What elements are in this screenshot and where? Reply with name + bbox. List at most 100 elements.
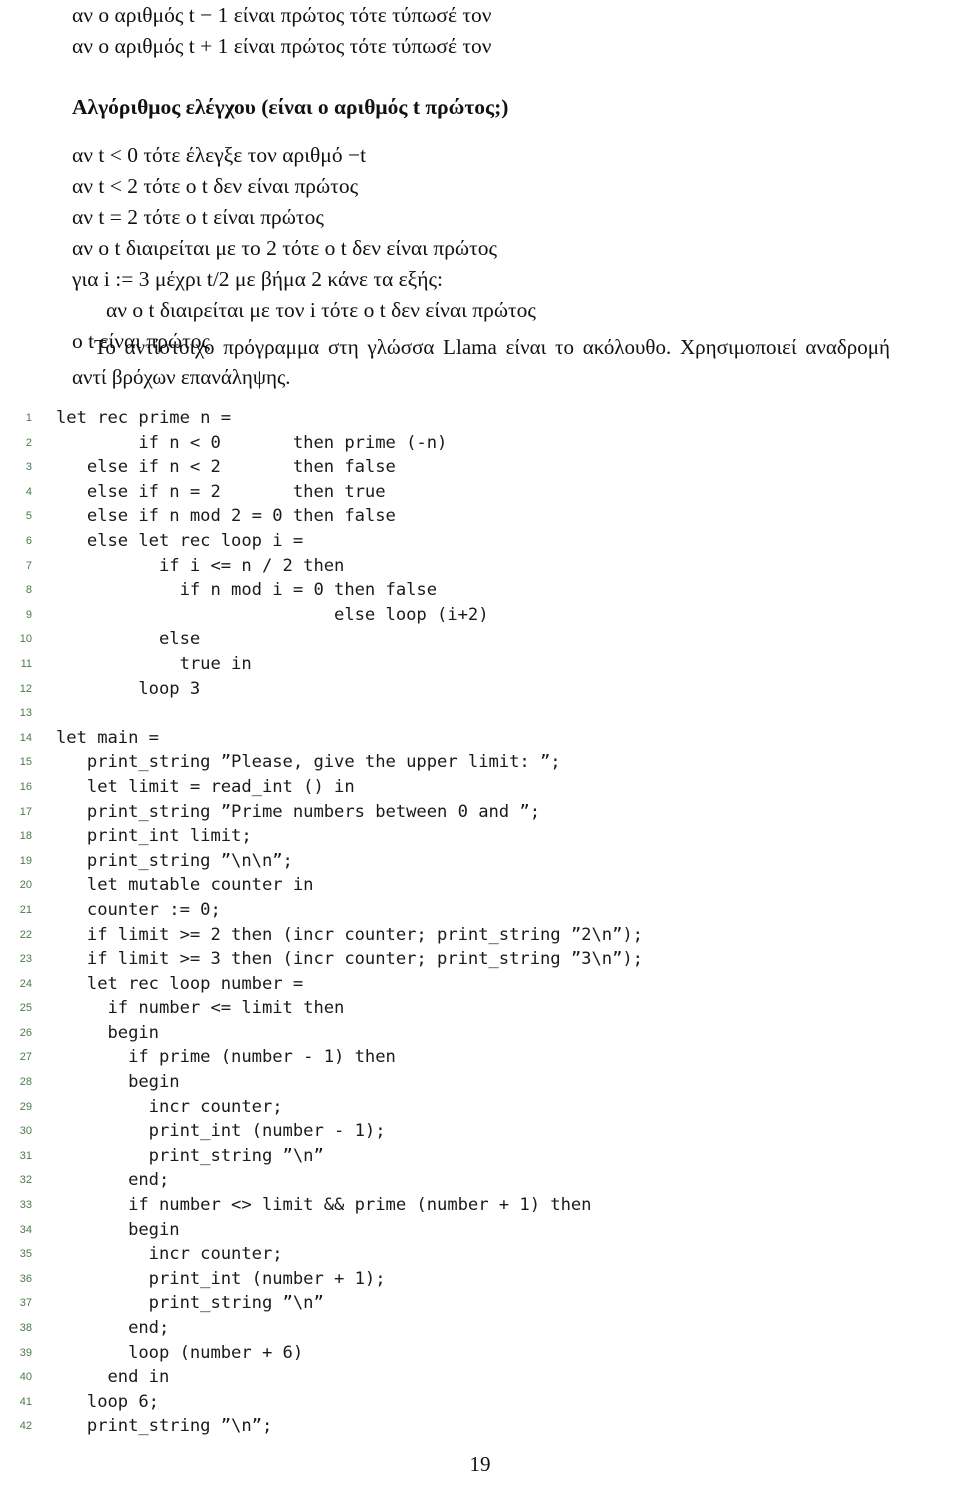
algorithm-step-2: αν t < 2 τότε ο t δεν είναι πρώτος xyxy=(72,174,359,198)
code-line-text: else if n < 2 then false xyxy=(56,457,396,478)
code-line-text: else if n mod 2 = 0 then false xyxy=(56,506,396,527)
code-line-number: 5 xyxy=(25,510,32,523)
code-line-number: 24 xyxy=(19,977,32,990)
code-line-text: print_int (number + 1); xyxy=(56,1268,386,1289)
code-line: 13 xyxy=(0,701,960,726)
code-line: 41 loop 6; xyxy=(0,1390,960,1415)
code-line: 27 if prime (number - 1) then xyxy=(0,1045,960,1070)
code-line-text: else xyxy=(56,629,201,650)
code-line-text: print_string ”Prime numbers between 0 an… xyxy=(56,801,540,822)
code-line-text: end; xyxy=(56,1170,170,1191)
code-line: 17 print_string ”Prime numbers between 0… xyxy=(0,800,960,825)
code-line: 20 let mutable counter in xyxy=(0,873,960,898)
code-line: 14 let main = xyxy=(0,726,960,751)
code-line: 30 print_int (number - 1); xyxy=(0,1119,960,1144)
code-line-number: 11 xyxy=(20,657,32,670)
code-line: 23 if limit >= 3 then (incr counter; pri… xyxy=(0,947,960,972)
code-line-number: 22 xyxy=(19,928,32,941)
pseudocode-intro-line-1: αν ο αριθμός t − 1 είναι πρώτος τότε τύπ… xyxy=(72,3,492,27)
code-line: 18 print_int limit; xyxy=(0,824,960,849)
code-line-number: 42 xyxy=(19,1420,32,1433)
code-line: 2 if n < 0 then prime (-n) xyxy=(0,431,960,456)
code-line: 4 else if n = 2 then true xyxy=(0,480,960,505)
code-line: 25 if number <= limit then xyxy=(0,996,960,1021)
code-line-number: 19 xyxy=(19,854,32,867)
code-line: 11 true in xyxy=(0,652,960,677)
code-line-number: 17 xyxy=(19,805,32,818)
code-line-number: 31 xyxy=(19,1149,32,1162)
code-line-text: loop 3 xyxy=(56,678,201,699)
code-line-number: 25 xyxy=(19,1002,32,1015)
code-line-number: 20 xyxy=(19,879,32,892)
code-line: 26 begin xyxy=(0,1021,960,1046)
code-listing: 1 let rec prime n = 2 if n < 0 then prime … xyxy=(0,406,960,1439)
code-line-number: 2 xyxy=(25,436,32,449)
code-line-text: let main = xyxy=(56,727,159,748)
code-line: 22 if limit >= 2 then (incr counter; pri… xyxy=(0,922,960,947)
code-line-number: 13 xyxy=(19,707,32,720)
code-line-text: loop (number + 6) xyxy=(56,1342,304,1363)
code-line: 10 else xyxy=(0,627,960,652)
code-line-number: 8 xyxy=(25,584,32,597)
code-line-text: print_string ”\n\n”; xyxy=(56,850,293,871)
code-line-text: if prime (number - 1) then xyxy=(56,1047,396,1068)
code-line-text: loop 6; xyxy=(56,1391,159,1412)
code-line: 5 else if n mod 2 = 0 then false xyxy=(0,504,960,529)
code-line-number: 39 xyxy=(19,1346,32,1359)
code-line-number: 30 xyxy=(19,1125,32,1138)
code-line: 16 let limit = read_int () in xyxy=(0,775,960,800)
code-line: 34 begin xyxy=(0,1218,960,1243)
code-line-number: 41 xyxy=(19,1395,32,1408)
code-line: 15 print_string ”Please, give the upper … xyxy=(0,750,960,775)
code-line: 8 if n mod i = 0 then false xyxy=(0,578,960,603)
code-line-number: 9 xyxy=(25,608,32,621)
code-line-number: 1 xyxy=(25,412,32,425)
code-line-text: if number <> limit && prime (number + 1)… xyxy=(56,1195,592,1216)
code-line-text: end in xyxy=(56,1367,170,1388)
code-line-number: 33 xyxy=(19,1199,32,1212)
algorithm-step-3: αν t = 2 τότε ο t είναι πρώτος xyxy=(72,205,324,229)
code-line-number: 35 xyxy=(19,1248,32,1261)
code-line-text: end; xyxy=(56,1318,170,1338)
code-line-text: if limit >= 3 then (incr counter; print_… xyxy=(56,949,643,970)
code-line-number: 37 xyxy=(19,1297,32,1310)
code-line: 42 print_string ”\n”; xyxy=(0,1414,960,1439)
heading-spacer xyxy=(72,123,902,140)
algorithm-step-6: αν ο t διαιρείται με τον i τότε ο t δεν … xyxy=(106,298,536,322)
document-page: αν ο αριθμός t − 1 είναι πρώτος τότε τύπ… xyxy=(0,0,960,1488)
code-line-number: 3 xyxy=(25,461,32,474)
code-line: 7 if i <= n / 2 then xyxy=(0,554,960,579)
code-line-text: incr counter; xyxy=(56,1096,283,1117)
code-line-text: begin xyxy=(56,1022,159,1043)
code-line-number: 18 xyxy=(19,830,32,843)
code-line: 3 else if n < 2 then false xyxy=(0,455,960,480)
code-line-text: counter := 0; xyxy=(56,899,221,920)
code-line-number: 27 xyxy=(19,1051,32,1064)
code-line-text: begin xyxy=(56,1219,180,1240)
code-line-text: begin xyxy=(56,1072,180,1093)
page-number: 19 xyxy=(469,1452,491,1476)
code-line-number: 40 xyxy=(19,1371,32,1384)
code-line: 21 counter := 0; xyxy=(0,898,960,923)
code-line-number: 10 xyxy=(19,633,32,646)
paragraph-text: Το αντίστοιχο πρόγραμμα στη γλώσσα Llama… xyxy=(72,335,890,389)
code-line-text: if n < 0 then prime (-n) xyxy=(56,432,448,453)
code-line-text: if limit >= 2 then (incr counter; print_… xyxy=(56,924,643,945)
algorithm-step-4: αν ο t διαιρείται με το 2 τότε ο t δεν ε… xyxy=(72,236,497,260)
algorithm-prose-block: αν ο αριθμός t − 1 είναι πρώτος τότε τύπ… xyxy=(72,0,902,357)
code-line-text: print_string ”\n” xyxy=(56,1145,324,1166)
code-line: 33 if number <> limit && prime (number +… xyxy=(0,1193,960,1218)
code-line-text: if i <= n / 2 then xyxy=(56,555,345,576)
code-line-number: 29 xyxy=(19,1100,32,1113)
code-line-number: 23 xyxy=(19,953,32,966)
algorithm-heading: Αλγόριθμος ελέγχου (είναι ο αριθμός t πρ… xyxy=(72,95,509,119)
code-line: 39 loop (number + 6) xyxy=(0,1341,960,1366)
code-line-text: else if n = 2 then true xyxy=(56,481,386,502)
code-line: 29 incr counter; xyxy=(0,1095,960,1120)
code-line-number: 26 xyxy=(19,1026,32,1039)
code-line-text: else loop (i+2) xyxy=(56,604,489,625)
code-line-text: print_string ”\n” xyxy=(56,1293,324,1314)
code-line-number: 15 xyxy=(19,756,32,769)
code-line: 36 print_int (number + 1); xyxy=(0,1267,960,1292)
code-line: 38 end; xyxy=(0,1316,960,1341)
